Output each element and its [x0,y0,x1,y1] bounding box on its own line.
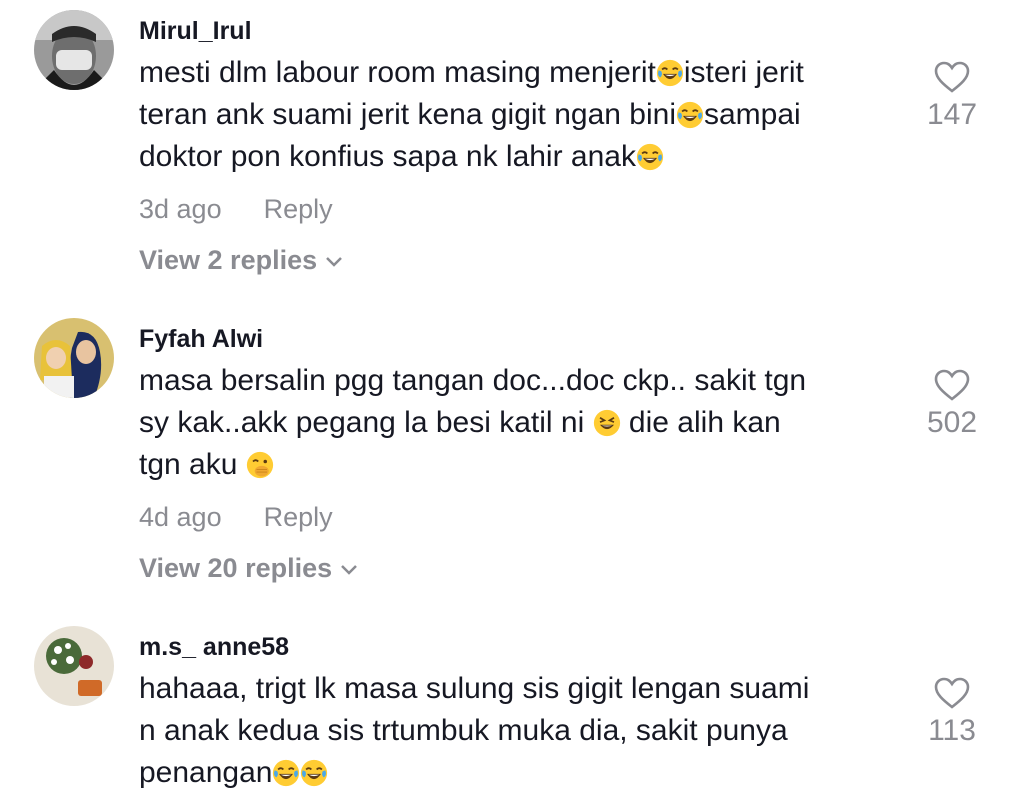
chevron-down-icon [341,564,358,575]
like-count: 113 [928,714,976,747]
avatar[interactable] [34,10,114,90]
comment-meta: 4d ago Reply [139,502,333,533]
chevron-down-icon [326,256,343,267]
heart-outline-icon[interactable] [933,368,971,402]
tears-of-joy-emoji [656,59,684,87]
grinning-squinting-emoji [593,409,621,437]
tears-of-joy-emoji [676,101,704,129]
tears-of-joy-emoji [636,143,664,171]
timestamp: 3d ago [139,194,222,224]
tears-of-joy-emoji [300,759,328,787]
like-group: 113 [918,676,986,748]
like-count: 147 [926,98,978,131]
reply-button[interactable]: Reply [264,502,333,532]
tears-of-joy-emoji [272,759,300,787]
view-replies-button[interactable]: View 2 replies [139,245,343,276]
heart-outline-icon[interactable] [933,676,971,710]
reply-button[interactable]: Reply [264,194,333,224]
like-group: 147 [918,60,986,132]
view-replies-button[interactable]: View 20 replies [139,553,358,584]
avatar[interactable] [34,318,114,398]
comment-text: hahaaa, trigt lk masa sulung sis gigit l… [139,672,810,789]
comment-text: mesti dlm labour room masing menjerit ist… [139,56,804,173]
like-count: 502 [926,406,978,439]
heart-outline-icon[interactable] [933,60,971,94]
comment-text: masa bersalin pgg tangan doc...doc ckp..… [139,364,807,481]
avatar[interactable] [34,626,114,706]
username[interactable]: Fyfah Alwi [139,325,263,354]
comment-meta: 3d ago Reply [139,194,333,225]
timestamp: 4d ago [139,502,222,532]
like-group: 502 [918,368,986,440]
hand-over-mouth-emoji [246,451,274,479]
username[interactable]: m.s_ anne58 [139,633,289,662]
username[interactable]: Mirul_Irul [139,17,252,46]
